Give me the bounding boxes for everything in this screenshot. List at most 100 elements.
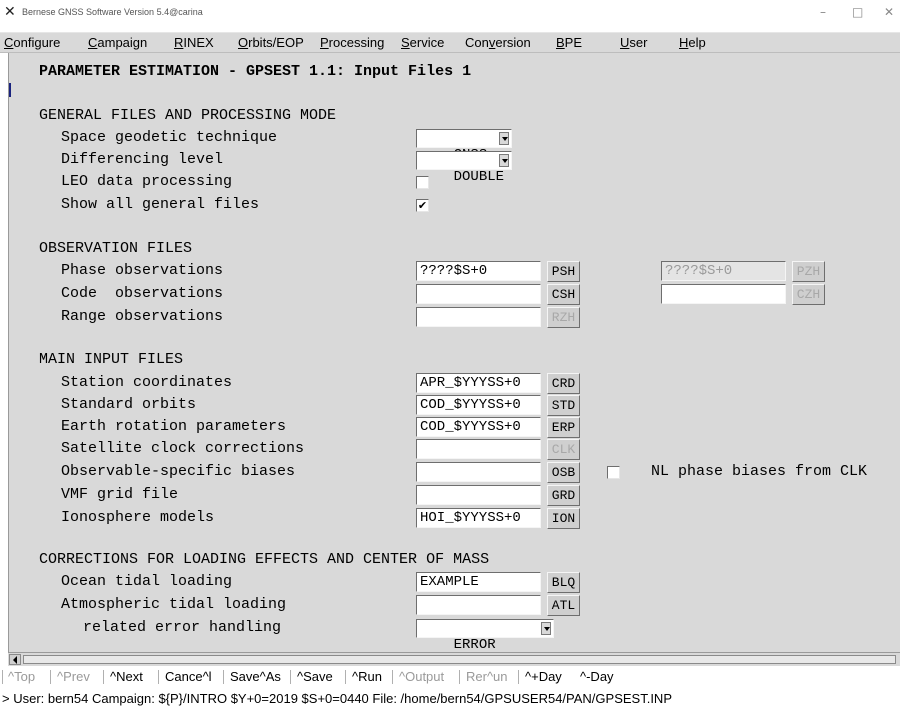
status-bar: > User: bern54 Campaign: ${P}/INTRO $Y+0… [0, 688, 900, 708]
menu-mnemonic: S [401, 35, 410, 50]
iono-label: Ionosphere models [61, 509, 215, 526]
station-input[interactable]: APR_$YYYSS+0 [416, 373, 541, 393]
menu-mnemonic: H [679, 35, 689, 50]
close-icon[interactable]: ✕ [884, 6, 894, 18]
plus-day-button[interactable]: ^+Day [525, 669, 562, 685]
code-zero-input[interactable] [661, 284, 786, 304]
error-handling-label: related error handling [83, 619, 282, 636]
ocean-select-button[interactable]: BLQ [547, 572, 580, 593]
error-handling-combo[interactable]: ERROR [416, 619, 554, 653]
code-input[interactable] [416, 284, 541, 304]
maximize-icon[interactable]: □ [852, 6, 863, 18]
differencing-label: Differencing level [61, 151, 224, 168]
menu-bpe[interactable]: BPE [556, 35, 582, 50]
osb-label: Observable-specific biases [61, 463, 296, 480]
menu-help[interactable]: Help [679, 35, 706, 50]
menu-configure[interactable]: Configure [4, 35, 60, 50]
panel-accent [9, 83, 11, 97]
top-button: ^Top [8, 669, 36, 684]
minus-day-button[interactable]: ^-Day [580, 669, 614, 685]
separator [345, 670, 346, 684]
separator [290, 670, 291, 684]
differencing-combo[interactable]: DOUBLE [416, 151, 512, 185]
show-all-checkbox[interactable]: ✔ [416, 199, 429, 212]
station-select-button[interactable]: CRD [547, 373, 580, 394]
output-button: ^Output [399, 669, 445, 684]
ocean-input[interactable]: EXAMPLE [416, 572, 541, 592]
save-button[interactable]: ^Save [297, 669, 333, 685]
menu-campaign[interactable]: Campaign [88, 35, 147, 50]
iono-select-button[interactable]: ION [547, 508, 580, 529]
menu-mnemonic: O [238, 35, 249, 50]
chevron-down-icon[interactable] [541, 622, 551, 635]
menu-mnemonic: C [4, 35, 14, 50]
scrollbar-thumb[interactable] [23, 655, 896, 664]
chevron-down-icon[interactable] [499, 154, 509, 167]
save-as-button[interactable]: Save^As [230, 669, 281, 685]
separator [223, 670, 224, 684]
menu-user[interactable]: User [620, 35, 647, 50]
atm-input[interactable] [416, 595, 541, 615]
erp-select-button[interactable]: ERP [547, 417, 580, 438]
prev-button: ^Prev [57, 669, 90, 684]
menu-processing[interactable]: Processing [320, 35, 384, 50]
chevron-down-icon[interactable] [499, 132, 509, 145]
cancel-button[interactable]: Cance^l [165, 669, 212, 685]
menu-rinex[interactable]: RINEX [174, 35, 214, 50]
orbits-input[interactable]: COD_$YYYSS+0 [416, 395, 541, 415]
osb-input[interactable] [416, 462, 541, 482]
phase-input[interactable]: ????$S+0 [416, 261, 541, 281]
orbits-select-button[interactable]: STD [547, 395, 580, 416]
show-all-label: Show all general files [61, 196, 260, 213]
atm-label: Atmospheric tidal loading [61, 596, 287, 613]
section-corrections-heading: CORRECTIONS FOR LOADING EFFECTS AND CENT… [39, 551, 490, 568]
menu-mnemonic: v [488, 35, 496, 50]
clock-label: Satellite clock corrections [61, 440, 305, 457]
technique-combo[interactable]: GNSS [416, 129, 512, 163]
technique-label: Space geodetic technique [61, 129, 278, 146]
vmf-select-button[interactable]: GRD [547, 485, 580, 506]
separator [518, 670, 519, 684]
title-bar: ✕ Bernese GNSS Software Version 5.4@cari… [0, 0, 900, 33]
iono-input[interactable]: HOI_$YYYSS+0 [416, 508, 541, 528]
menu-mnemonic: U [620, 35, 630, 50]
input-panel: PARAMETER ESTIMATION - GPSEST 1.1: Input… [8, 53, 900, 653]
clock-input[interactable] [416, 439, 541, 459]
button-bar: ^Top ^Prev ^Next Cance^l Save^As ^Save ^… [0, 666, 900, 688]
menu-service[interactable]: Service [401, 35, 444, 50]
leo-label: LEO data processing [61, 173, 233, 190]
phase-select-button[interactable]: PSH [547, 261, 580, 282]
orbits-label: Standard orbits [61, 396, 197, 413]
code-label: Code observations [61, 285, 224, 302]
osb-select-button[interactable]: OSB [547, 462, 580, 483]
vmf-input[interactable] [416, 485, 541, 505]
nl-phase-biases-label: NL phase biases from CLK [651, 463, 868, 480]
clock-select-button: CLK [547, 439, 580, 460]
atm-select-button[interactable]: ATL [547, 595, 580, 616]
nl-phase-biases-checkbox[interactable] [607, 466, 620, 479]
range-input[interactable] [416, 307, 541, 327]
erp-input[interactable]: COD_$YYYSS+0 [416, 417, 541, 437]
range-select-button: RZH [547, 307, 580, 328]
minimize-icon[interactable]: – [820, 6, 826, 18]
menu-mnemonic: R [174, 35, 184, 50]
horizontal-scrollbar[interactable] [8, 652, 900, 666]
run-button[interactable]: ^Run [352, 669, 382, 685]
separator [158, 670, 159, 684]
next-button[interactable]: ^Next [110, 669, 143, 685]
section-main-input-heading: MAIN INPUT FILES [39, 351, 184, 368]
menu-bar: Configure Campaign RINEX Orbits/EOP Proc… [0, 33, 900, 53]
rerun-button: Rer^un [466, 669, 508, 684]
menu-conversion[interactable]: Conversion [465, 35, 531, 50]
separator [392, 670, 393, 684]
vmf-label: VMF grid file [61, 486, 179, 503]
ocean-label: Ocean tidal loading [61, 573, 233, 590]
station-label: Station coordinates [61, 374, 233, 391]
separator [103, 670, 104, 684]
code-select-button[interactable]: CSH [547, 284, 580, 305]
scroll-left-icon[interactable] [9, 654, 21, 665]
menu-orbits-eop[interactable]: Orbits/EOP [238, 35, 304, 50]
phase-label: Phase observations [61, 262, 224, 279]
leo-checkbox[interactable] [416, 176, 429, 189]
error-handling-value: ERROR [453, 637, 496, 653]
